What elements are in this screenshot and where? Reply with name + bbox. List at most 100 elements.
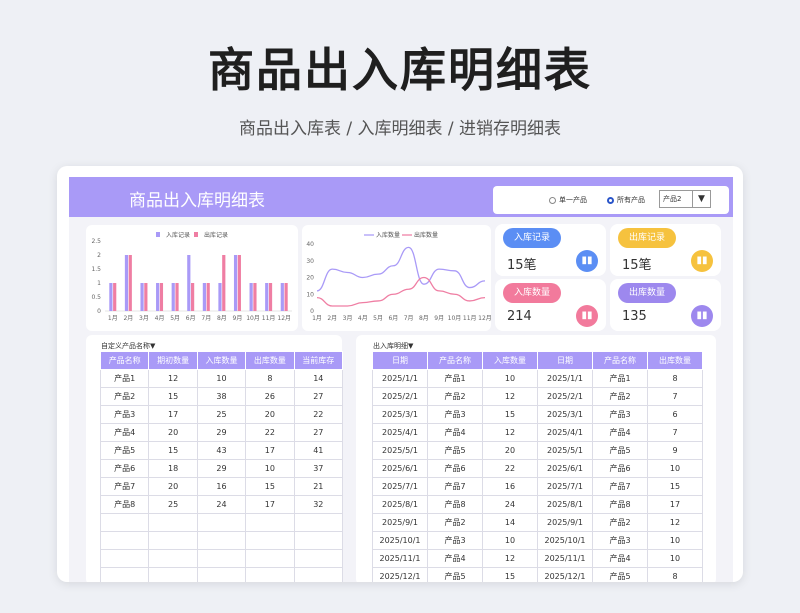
table-cell[interactable]: 产品4 bbox=[592, 549, 648, 568]
table-cell[interactable] bbox=[293, 513, 344, 532]
table-cell[interactable]: 2025/11/1 bbox=[372, 549, 428, 568]
table-cell[interactable]: 16 bbox=[196, 477, 247, 496]
table-cell[interactable]: 产品6 bbox=[427, 459, 483, 478]
table-cell[interactable]: 7 bbox=[647, 387, 703, 406]
table-cell[interactable]: 17 bbox=[245, 495, 295, 514]
table-cell[interactable]: 产品1 bbox=[99, 369, 150, 388]
table-cell[interactable]: 12 bbox=[148, 369, 198, 388]
table-cell[interactable]: 10 bbox=[647, 459, 703, 478]
table-cell[interactable] bbox=[148, 567, 198, 582]
table-cell[interactable]: 2025/11/1 bbox=[537, 549, 593, 568]
table-cell[interactable]: 产品7 bbox=[427, 477, 483, 496]
table-cell[interactable]: 22 bbox=[482, 459, 538, 478]
table-cell[interactable]: 20 bbox=[245, 405, 295, 424]
table-cell[interactable] bbox=[148, 513, 198, 532]
table-cell[interactable]: 产品5 bbox=[592, 567, 648, 582]
table-cell[interactable] bbox=[245, 513, 295, 532]
table-cell[interactable]: 32 bbox=[293, 495, 344, 514]
table-cell[interactable]: 产品6 bbox=[99, 459, 150, 478]
table-cell[interactable]: 10 bbox=[245, 459, 295, 478]
table-cell[interactable]: 产品4 bbox=[99, 423, 150, 442]
table-cell[interactable]: 29 bbox=[196, 459, 247, 478]
table-cell[interactable]: 2025/6/1 bbox=[372, 459, 428, 478]
table-cell[interactable] bbox=[245, 567, 295, 582]
table-cell[interactable]: 22 bbox=[293, 405, 344, 424]
table-cell[interactable]: 24 bbox=[196, 495, 247, 514]
table-cell[interactable]: 2025/6/1 bbox=[537, 459, 593, 478]
table-cell[interactable]: 37 bbox=[293, 459, 344, 478]
table-cell[interactable]: 14 bbox=[293, 369, 344, 388]
table-cell[interactable]: 2025/10/1 bbox=[372, 531, 428, 550]
table-cell[interactable]: 产品8 bbox=[99, 495, 150, 514]
table-cell[interactable]: 26 bbox=[245, 387, 295, 406]
table-cell[interactable]: 15 bbox=[148, 387, 198, 406]
table-cell[interactable]: 2025/7/1 bbox=[537, 477, 593, 496]
table-cell[interactable]: 8 bbox=[647, 369, 703, 388]
table-cell[interactable] bbox=[196, 531, 247, 550]
table-cell[interactable] bbox=[196, 567, 247, 582]
table-cell[interactable] bbox=[196, 513, 247, 532]
table-cell[interactable]: 15 bbox=[647, 477, 703, 496]
table-cell[interactable]: 10 bbox=[196, 369, 247, 388]
table-cell[interactable]: 产品4 bbox=[427, 549, 483, 568]
table-cell[interactable] bbox=[245, 531, 295, 550]
table-cell[interactable]: 10 bbox=[647, 531, 703, 550]
table-cell[interactable]: 2025/8/1 bbox=[372, 495, 428, 514]
table-cell[interactable]: 29 bbox=[196, 423, 247, 442]
table-cell[interactable]: 2025/9/1 bbox=[372, 513, 428, 532]
table-cell[interactable]: 12 bbox=[482, 387, 538, 406]
table-cell[interactable] bbox=[148, 549, 198, 568]
table-cell[interactable]: 2025/5/1 bbox=[537, 441, 593, 460]
table-cell[interactable]: 产品3 bbox=[592, 531, 648, 550]
table-cell[interactable]: 38 bbox=[196, 387, 247, 406]
table-cell[interactable]: 25 bbox=[148, 495, 198, 514]
table-cell[interactable]: 17 bbox=[647, 495, 703, 514]
table-cell[interactable]: 27 bbox=[293, 423, 344, 442]
table-cell[interactable]: 16 bbox=[482, 477, 538, 496]
table-cell[interactable]: 产品6 bbox=[592, 459, 648, 478]
table-cell[interactable]: 15 bbox=[245, 477, 295, 496]
table-cell[interactable]: 9 bbox=[647, 441, 703, 460]
table-cell[interactable]: 2025/2/1 bbox=[372, 387, 428, 406]
table-cell[interactable]: 2025/7/1 bbox=[372, 477, 428, 496]
table-cell[interactable]: 18 bbox=[148, 459, 198, 478]
table-cell[interactable]: 产品2 bbox=[427, 513, 483, 532]
table-cell[interactable]: 产品5 bbox=[592, 441, 648, 460]
table-cell[interactable]: 20 bbox=[482, 441, 538, 460]
table-cell[interactable]: 产品3 bbox=[427, 531, 483, 550]
table-cell[interactable]: 产品2 bbox=[99, 387, 150, 406]
table-cell[interactable]: 27 bbox=[293, 387, 344, 406]
table-cell[interactable]: 6 bbox=[647, 405, 703, 424]
table-cell[interactable]: 产品2 bbox=[592, 513, 648, 532]
table-cell[interactable]: 43 bbox=[196, 441, 247, 460]
table-cell[interactable]: 22 bbox=[245, 423, 295, 442]
table-cell[interactable]: 产品4 bbox=[427, 423, 483, 442]
table-cell[interactable] bbox=[148, 531, 198, 550]
table-cell[interactable]: 25 bbox=[196, 405, 247, 424]
table-cell[interactable]: 产品5 bbox=[427, 441, 483, 460]
table-cell[interactable]: 12 bbox=[647, 513, 703, 532]
table-cell[interactable]: 14 bbox=[482, 513, 538, 532]
table-cell[interactable]: 8 bbox=[245, 369, 295, 388]
radio-all-products[interactable]: 所有产品 bbox=[607, 195, 645, 205]
table-cell[interactable]: 产品8 bbox=[592, 495, 648, 514]
table-cell[interactable]: 2025/3/1 bbox=[372, 405, 428, 424]
table-cell[interactable]: 2025/5/1 bbox=[372, 441, 428, 460]
table-cell[interactable]: 产品7 bbox=[592, 477, 648, 496]
table-cell[interactable]: 产品3 bbox=[592, 405, 648, 424]
table-cell[interactable] bbox=[99, 567, 150, 582]
table-cell[interactable] bbox=[99, 531, 150, 550]
table-cell[interactable] bbox=[293, 549, 344, 568]
table-cell[interactable]: 产品2 bbox=[592, 387, 648, 406]
table-cell[interactable]: 产品1 bbox=[427, 369, 483, 388]
table-cell[interactable]: 10 bbox=[647, 549, 703, 568]
table-cell[interactable] bbox=[293, 567, 344, 582]
table-cell[interactable]: 17 bbox=[245, 441, 295, 460]
table-cell[interactable]: 2025/1/1 bbox=[537, 369, 593, 388]
table-cell[interactable]: 产品2 bbox=[427, 387, 483, 406]
table-cell[interactable]: 2025/12/1 bbox=[537, 567, 593, 582]
table-cell[interactable]: 2025/8/1 bbox=[537, 495, 593, 514]
table-cell[interactable]: 产品3 bbox=[427, 405, 483, 424]
table-cell[interactable]: 7 bbox=[647, 423, 703, 442]
table-cell[interactable]: 12 bbox=[482, 423, 538, 442]
